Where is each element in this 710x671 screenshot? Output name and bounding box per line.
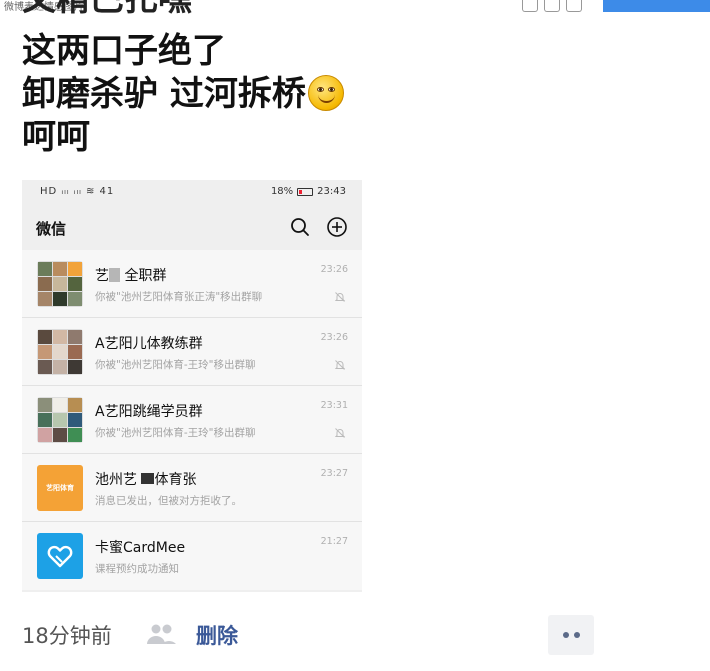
- follow-button[interactable]: [603, 0, 710, 12]
- wechat-header: 微信: [22, 204, 362, 250]
- contact-avatar: 艺阳体育: [37, 465, 83, 511]
- clock: 23:43: [317, 186, 346, 197]
- battery-icon: [297, 187, 314, 196]
- chat-time: 23:26: [320, 264, 348, 275]
- mute-bell-icon: [334, 360, 346, 370]
- share-icon[interactable]: [522, 0, 538, 12]
- delete-link[interactable]: 删除: [196, 620, 238, 650]
- chat-preview: 课程预约成功通知: [95, 563, 179, 575]
- visibility-people-icon[interactable]: [144, 622, 178, 646]
- cardmee-avatar: [37, 533, 83, 579]
- chat-time: 21:27: [320, 536, 348, 547]
- chat-name: 艺 全职群: [95, 268, 167, 284]
- mute-bell-icon: [334, 292, 346, 302]
- chat-name: A艺阳儿体教练群: [95, 336, 203, 352]
- chat-name: A艺阳跳绳学员群: [95, 404, 203, 420]
- chat-list: 艺 全职群 你被"池州艺阳体育张正涛"移出群聊 23:26 A艺阳儿体教练群 你…: [22, 250, 362, 590]
- app-title: 微信: [36, 220, 67, 238]
- status-bar: HD ᵢₗₗ ᵢₗₗ ≋ 41 18% 23:43: [22, 180, 362, 204]
- redaction-mark: [109, 268, 120, 282]
- mute-bell-icon: [334, 428, 346, 438]
- post-time: 18分钟前: [22, 624, 112, 648]
- post-footer: 18分钟前 删除: [22, 618, 622, 650]
- group-avatar: [37, 397, 83, 443]
- redaction-mark: [141, 473, 155, 484]
- heart-logo-icon: [47, 545, 73, 568]
- chat-time: 23:26: [320, 332, 348, 343]
- search-icon[interactable]: [289, 216, 311, 238]
- chat-preview: 消息已发出，但被对方拒收了。: [95, 495, 242, 507]
- chat-item-service[interactable]: 卡蜜CardMee 课程预约成功通知 21:27: [22, 522, 362, 590]
- avatar-logo-text: 艺阳体育: [46, 484, 74, 492]
- post-cut-text: 又精巴扎嘿: [22, 0, 242, 16]
- group-avatar: [37, 329, 83, 375]
- dot-icon: [573, 632, 580, 638]
- chat-preview: 你被"池州艺阳体育张正涛"移出群聊: [95, 291, 263, 303]
- chat-time: 23:31: [320, 400, 348, 411]
- dot-icon: [562, 632, 569, 638]
- post-line-1: 这两口子绝了: [22, 31, 226, 71]
- add-icon[interactable]: [326, 216, 348, 238]
- chat-item-group-2[interactable]: A艺阳儿体教练群 你被"池州艺阳体育-王玲"移出群聊 23:26: [22, 318, 362, 386]
- fullscreen-icon[interactable]: [544, 0, 560, 12]
- chat-name: 池州艺 体育张: [95, 472, 197, 488]
- chat-item-group-3[interactable]: A艺阳跳绳学员群 你被"池州艺阳体育-王玲"移出群聊 23:31: [22, 386, 362, 454]
- post-line-3: 呵呵: [22, 117, 90, 157]
- more-options-button[interactable]: [548, 615, 594, 655]
- battery-percent: 18%: [270, 186, 294, 197]
- chat-item-group-1[interactable]: 艺 全职群 你被"池州艺阳体育张正涛"移出群聊 23:26: [22, 250, 362, 318]
- signal-indicators: HD ᵢₗₗ ᵢₗₗ ≋ 41: [40, 186, 115, 197]
- chat-preview: 你被"池州艺阳体育-王玲"移出群聊: [95, 427, 256, 439]
- chat-name: 卡蜜CardMee: [95, 540, 186, 556]
- chat-preview: 你被"池州艺阳体育-王玲"移出群聊: [95, 359, 256, 371]
- chat-item-contact[interactable]: 艺阳体育 池州艺 体育张 消息已发出，但被对方拒收了。 23:27: [22, 454, 362, 522]
- wechat-screenshot[interactable]: HD ᵢₗₗ ᵢₗₗ ≋ 41 18% 23:43 微信 艺 全职群 你被"池州…: [22, 180, 362, 592]
- post-text: 这两口子绝了 卸磨杀驴 过河拆桥 呵呵: [22, 30, 344, 159]
- post-line-2: 卸磨杀驴 过河拆桥: [22, 73, 344, 116]
- group-avatar: [37, 261, 83, 307]
- chat-time: 23:27: [320, 468, 348, 479]
- window-icons: [522, 0, 582, 12]
- smiley-icon: [307, 75, 344, 111]
- image-icon[interactable]: [566, 0, 582, 12]
